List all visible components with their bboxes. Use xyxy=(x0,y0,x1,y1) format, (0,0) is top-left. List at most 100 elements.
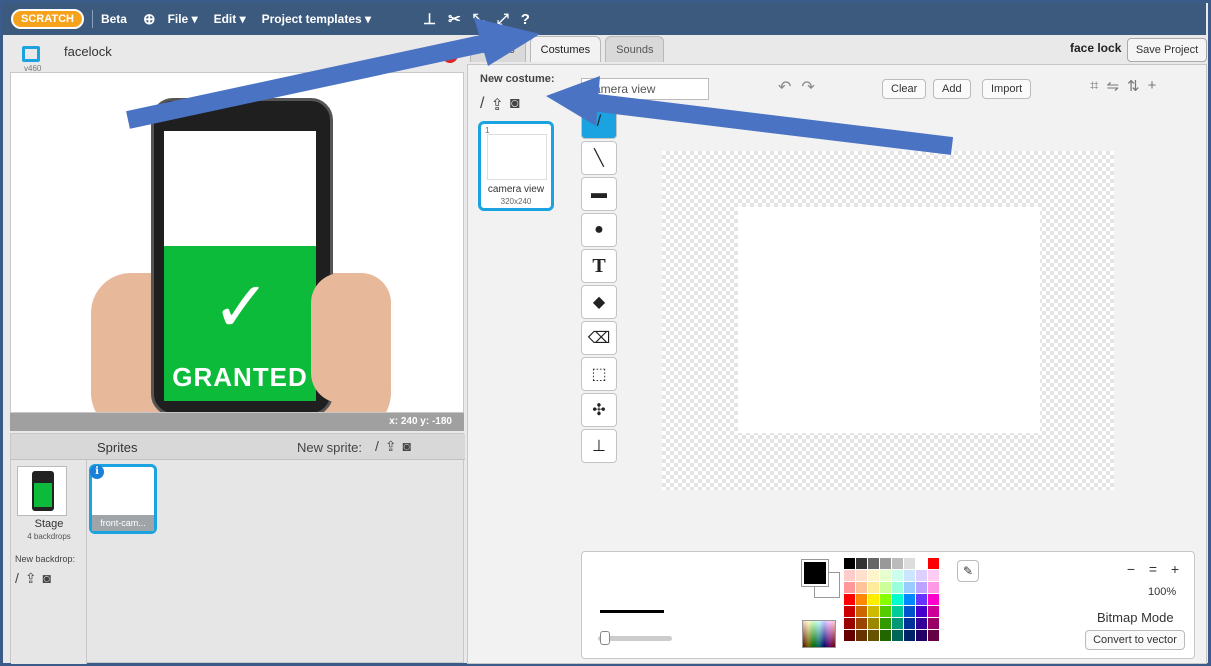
set-center-icon[interactable]: + xyxy=(1148,77,1157,95)
color-swatch[interactable] xyxy=(892,606,903,617)
green-flag-icon[interactable] xyxy=(420,48,436,62)
color-swatch[interactable] xyxy=(868,594,879,605)
ellipse-tool[interactable]: ● xyxy=(581,213,617,247)
color-swatch[interactable] xyxy=(916,594,927,605)
color-swatch[interactable] xyxy=(928,630,939,641)
color-swatch[interactable] xyxy=(844,558,855,569)
costume-thumbnail[interactable]: 1 camera view 320x240 xyxy=(478,121,554,211)
color-swatch[interactable] xyxy=(904,630,915,641)
color-swatch[interactable] xyxy=(916,558,927,569)
color-swatch[interactable] xyxy=(868,582,879,593)
color-swatch[interactable] xyxy=(904,618,915,629)
redo-icon[interactable]: ↷ xyxy=(801,77,814,97)
color-swatch[interactable] xyxy=(928,594,939,605)
color-swatch[interactable] xyxy=(892,570,903,581)
upload-costume-icon[interactable]: ⇪ xyxy=(490,95,503,115)
color-swatch[interactable] xyxy=(856,570,867,581)
cut-icon[interactable]: ✂ xyxy=(448,10,461,28)
color-swatch[interactable] xyxy=(856,582,867,593)
color-swatch[interactable] xyxy=(880,558,891,569)
color-swatch[interactable] xyxy=(892,618,903,629)
color-swatch[interactable] xyxy=(928,582,939,593)
fill-tool[interactable]: ◆ xyxy=(581,285,617,319)
color-swatch[interactable] xyxy=(880,582,891,593)
color-swatch[interactable] xyxy=(892,630,903,641)
convert-to-vector-button[interactable]: Convert to vector xyxy=(1085,630,1185,650)
add-button[interactable]: Add xyxy=(933,79,971,99)
primary-color-swatch[interactable] xyxy=(802,560,828,586)
scratch-logo[interactable]: SCRATCH xyxy=(11,9,84,29)
tab-costumes[interactable]: Costumes xyxy=(529,36,602,62)
color-swatch[interactable] xyxy=(928,570,939,581)
info-icon[interactable]: i xyxy=(90,465,104,479)
tab-scripts[interactable]: Scripts xyxy=(470,36,526,62)
paint-backdrop-icon[interactable]: / xyxy=(15,570,19,587)
clear-button[interactable]: Clear xyxy=(882,79,927,99)
globe-icon[interactable]: ⊕ xyxy=(143,10,156,28)
color-swatch[interactable] xyxy=(904,582,915,593)
slider-handle[interactable] xyxy=(600,631,610,645)
brush-tool[interactable]: / xyxy=(581,105,617,139)
color-swatch[interactable] xyxy=(916,606,927,617)
color-swatch[interactable] xyxy=(844,630,855,641)
grow-icon[interactable]: ⤡ xyxy=(473,11,485,28)
file-menu[interactable]: File ▾ xyxy=(168,12,198,26)
upload-backdrop-icon[interactable]: ⇪ xyxy=(25,570,37,587)
color-swatch[interactable] xyxy=(904,606,915,617)
color-swatch[interactable] xyxy=(880,606,891,617)
save-project-button[interactable]: Save Project xyxy=(1127,38,1207,62)
stamp-tool[interactable]: ⊥ xyxy=(581,429,617,463)
zoom-in-icon[interactable]: + xyxy=(1166,560,1184,578)
color-swatch[interactable] xyxy=(844,582,855,593)
undo-icon[interactable]: ↶ xyxy=(778,77,791,97)
color-swatch[interactable] xyxy=(904,558,915,569)
color-swatch[interactable] xyxy=(844,594,855,605)
color-swatch[interactable] xyxy=(928,558,939,569)
color-swatch[interactable] xyxy=(844,570,855,581)
color-swatch[interactable] xyxy=(904,570,915,581)
rectangle-tool[interactable]: ▬ xyxy=(581,177,617,211)
color-swatch[interactable] xyxy=(856,618,867,629)
camera-costume-icon[interactable]: ◙ xyxy=(510,95,520,115)
stage-size-icon[interactable] xyxy=(22,46,40,62)
zoom-out-icon[interactable]: − xyxy=(1122,560,1140,578)
color-swatch[interactable] xyxy=(856,606,867,617)
help-icon[interactable]: ? xyxy=(521,11,530,28)
stop-icon[interactable] xyxy=(442,47,458,63)
color-swatch[interactable] xyxy=(880,618,891,629)
color-swatch[interactable] xyxy=(892,594,903,605)
zoom-reset-icon[interactable]: = xyxy=(1144,560,1162,578)
eyedropper-icon[interactable]: ✎ xyxy=(957,560,979,582)
camera-sprite-icon[interactable]: ◙ xyxy=(403,438,411,455)
camera-backdrop-icon[interactable]: ◙ xyxy=(43,570,51,587)
color-swatch[interactable] xyxy=(856,594,867,605)
sprite-thumbnail[interactable]: i front-cam... xyxy=(89,464,157,534)
color-swatch[interactable] xyxy=(916,630,927,641)
color-swatch[interactable] xyxy=(892,582,903,593)
color-swatch[interactable] xyxy=(916,618,927,629)
color-swatch[interactable] xyxy=(868,570,879,581)
stage-canvas[interactable]: ✓ GRANTED xyxy=(10,72,464,413)
color-swatch[interactable] xyxy=(844,618,855,629)
color-swatch[interactable] xyxy=(868,606,879,617)
color-swatch[interactable] xyxy=(928,606,939,617)
color-swatch[interactable] xyxy=(928,618,939,629)
magic-select-tool[interactable]: ✣ xyxy=(581,393,617,427)
paint-sprite-icon[interactable]: / xyxy=(375,438,379,455)
flip-vertical-icon[interactable]: ⇅ xyxy=(1127,77,1140,95)
costume-name-input[interactable] xyxy=(581,78,709,100)
project-templates-menu[interactable]: Project templates ▾ xyxy=(262,12,371,26)
eraser-tool[interactable]: ⌫ xyxy=(581,321,617,355)
flip-horizontal-icon[interactable]: ⇋ xyxy=(1106,77,1119,95)
shrink-icon[interactable]: ⤢ xyxy=(497,11,509,28)
color-swatch[interactable] xyxy=(880,570,891,581)
color-swatch[interactable] xyxy=(856,558,867,569)
color-swatch[interactable] xyxy=(844,606,855,617)
paint-costume-icon[interactable]: / xyxy=(480,95,484,115)
color-swatch[interactable] xyxy=(892,558,903,569)
color-swatch[interactable] xyxy=(868,558,879,569)
crop-icon[interactable]: ⌗ xyxy=(1090,77,1098,95)
color-swatch[interactable] xyxy=(880,594,891,605)
color-spectrum[interactable] xyxy=(802,620,836,648)
import-button[interactable]: Import xyxy=(982,79,1032,99)
